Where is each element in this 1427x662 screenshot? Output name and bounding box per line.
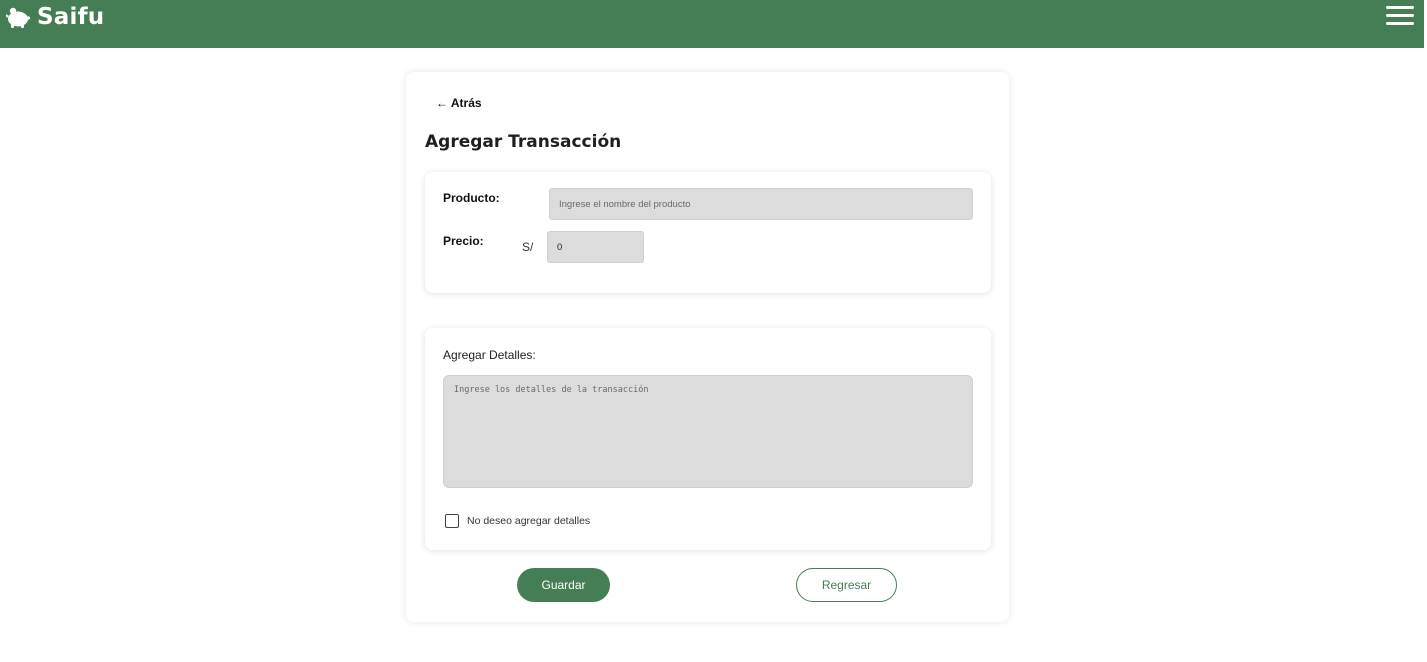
app-name: Saifu <box>37 4 105 30</box>
no-details-option[interactable]: No deseo agregar detalles <box>445 514 590 528</box>
hamburger-menu-icon[interactable] <box>1386 6 1414 26</box>
app-logo[interactable]: Saifu <box>5 2 104 32</box>
price-input[interactable] <box>547 231 644 263</box>
top-bar: Saifu <box>0 0 1424 48</box>
save-button[interactable]: Guardar <box>517 568 610 602</box>
product-card: Producto: Precio: S/ <box>425 172 991 293</box>
menu-bar <box>1386 22 1414 25</box>
product-input[interactable] <box>549 188 973 220</box>
price-label: Precio: <box>443 234 484 248</box>
details-textarea[interactable] <box>443 375 973 488</box>
no-details-label: No deseo agregar detalles <box>467 515 591 527</box>
menu-bar <box>1386 14 1414 17</box>
currency-symbol: S/ <box>522 240 534 254</box>
product-label: Producto: <box>443 191 500 205</box>
details-label: Agregar Detalles: <box>443 348 536 362</box>
back-link[interactable]: ← Atrás <box>436 96 482 110</box>
page-title: Agregar Transacción <box>425 132 622 152</box>
menu-bar <box>1386 6 1414 9</box>
no-details-checkbox[interactable] <box>445 514 459 528</box>
transaction-panel: ← Atrás Agregar Transacción Producto: Pr… <box>406 72 1009 622</box>
piggy-bank-icon <box>6 7 31 28</box>
return-button[interactable]: Regresar <box>796 568 897 602</box>
details-card: Agregar Detalles: No deseo agregar detal… <box>425 328 991 550</box>
